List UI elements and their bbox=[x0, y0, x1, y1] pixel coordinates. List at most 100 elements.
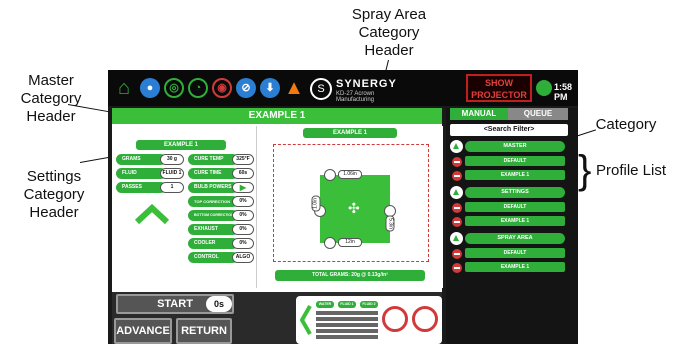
bottom-controls: START 0s ADVANCE RETURN WATER FLUID 1 FL… bbox=[112, 292, 442, 344]
setting-value-exhaust[interactable]: 0% bbox=[232, 224, 254, 235]
target-icon[interactable]: ◉ bbox=[212, 78, 232, 98]
profile-panel: MANUAL QUEUE <Search Filter> MASTER DEFA… bbox=[446, 108, 578, 344]
warning-icon[interactable]: ▲ bbox=[284, 78, 304, 98]
profile-spray-area-default[interactable]: DEFAULT bbox=[450, 248, 568, 259]
fluid-status-panel: WATER FLUID 1 FLUID 2 bbox=[296, 296, 442, 344]
top-handle[interactable] bbox=[324, 169, 336, 181]
setting-label-cure-time: CURE TIME bbox=[188, 168, 238, 179]
callout-settings-category-header: Settings Category Header bbox=[23, 168, 85, 221]
bottom-measurement: 12in bbox=[338, 238, 362, 247]
settings-category-header[interactable]: EXAMPLE 1 bbox=[136, 140, 226, 150]
top-bar: ⌂ ● ◎ ◔ ◉ ⊘ ⬇ ▲ S SYNERGY KD-27 Acrown M… bbox=[108, 70, 578, 106]
setting-label-bottom-correction: BOTTOM CORRECTION bbox=[188, 210, 238, 221]
device-screen: ⌂ ● ◎ ◔ ◉ ⊘ ⬇ ▲ S SYNERGY KD-27 Acrown M… bbox=[108, 70, 578, 344]
category-settings[interactable]: SETTINGS bbox=[450, 186, 568, 199]
fluid-water-label: WATER bbox=[316, 301, 334, 308]
remove-icon[interactable] bbox=[452, 157, 462, 167]
left-measurement: 1.0in bbox=[311, 195, 321, 212]
expand-triangle-icon[interactable] bbox=[450, 232, 463, 245]
setting-label-control: CONTROL bbox=[188, 252, 238, 263]
show-projector-button[interactable]: SHOW PROJECTOR bbox=[466, 74, 532, 102]
clock: 1:58 PM bbox=[554, 82, 573, 102]
fluid-level-grid bbox=[316, 311, 378, 339]
main-panel: EXAMPLE 1 EXAMPLE 1 GRAMS 30 g FLUID FLU… bbox=[112, 108, 443, 292]
expand-triangle-icon[interactable] bbox=[450, 186, 463, 199]
total-grams-bar: TOTAL GRAMS: 20g @ 0.13g/in² bbox=[275, 270, 425, 281]
profile-spray-area-example-1[interactable]: EXAMPLE 1 bbox=[450, 262, 568, 273]
no-entry-icon[interactable]: ⊘ bbox=[236, 78, 256, 98]
top-measurement: 1.06in bbox=[338, 170, 362, 179]
synergy-logo-mark-icon: S bbox=[310, 78, 332, 100]
tab-manual[interactable]: MANUAL bbox=[450, 108, 508, 120]
remove-icon[interactable] bbox=[452, 217, 462, 227]
advance-button[interactable]: ADVANCE bbox=[114, 318, 172, 344]
synergy-logo: S SYNERGY KD-27 Acrown Manufacturing bbox=[310, 76, 410, 103]
bottom-handle[interactable] bbox=[324, 237, 336, 249]
globe-icon bbox=[536, 80, 552, 96]
profile-master-default[interactable]: DEFAULT bbox=[450, 156, 568, 167]
move-crosshair-icon[interactable]: ✣ bbox=[348, 201, 360, 215]
tab-queue[interactable]: QUEUE bbox=[508, 108, 568, 120]
setting-value-passes[interactable]: 1 bbox=[160, 182, 184, 193]
profile-list-brace: } bbox=[578, 148, 592, 192]
profile-label: EXAMPLE 1 bbox=[465, 170, 565, 180]
spray-area-panel: EXAMPLE 1 ✣ 1.06in 1.0in 5.3in 12in TOTA… bbox=[256, 126, 443, 288]
master-category-header[interactable]: EXAMPLE 1 bbox=[112, 108, 442, 124]
profile-label: DEFAULT bbox=[465, 248, 565, 258]
callout-spray-area-category-header: Spray Area Category Header bbox=[351, 6, 427, 59]
setting-value-cooler[interactable]: 0% bbox=[232, 238, 254, 249]
search-filter-input[interactable]: <Search Filter> bbox=[450, 124, 568, 136]
fluid-1-label: FLUID 1 bbox=[338, 301, 356, 308]
profile-label: DEFAULT bbox=[465, 156, 565, 166]
spray-gun-icon[interactable]: ◎ bbox=[164, 78, 184, 98]
logo-name: SYNERGY bbox=[336, 78, 397, 90]
setting-value-cure-time[interactable]: 60s bbox=[232, 168, 254, 179]
callout-profile-list: Profile List bbox=[595, 162, 667, 179]
setting-value-top-correction[interactable]: 0% bbox=[232, 196, 254, 207]
download-icon[interactable]: ⬇ bbox=[260, 78, 280, 98]
setting-label-passes: PASSES bbox=[116, 182, 166, 193]
setting-value-control[interactable]: ALGO bbox=[232, 252, 254, 263]
setting-value-bottom-correction[interactable]: 0% bbox=[232, 210, 254, 221]
user-icon[interactable]: ● bbox=[140, 78, 160, 98]
profile-master-example-1[interactable]: EXAMPLE 1 bbox=[450, 170, 568, 181]
remove-icon[interactable] bbox=[452, 171, 462, 181]
setting-value-cure-temp[interactable]: 325°F bbox=[232, 154, 254, 165]
profile-label: DEFAULT bbox=[465, 202, 565, 212]
spray-area-category-header[interactable]: EXAMPLE 1 bbox=[303, 128, 397, 138]
collapse-chevron-icon[interactable] bbox=[134, 203, 170, 240]
category-label: MASTER bbox=[465, 141, 565, 152]
remove-icon[interactable] bbox=[452, 203, 462, 213]
category-spray-area[interactable]: SPRAY AREA bbox=[450, 232, 568, 245]
fluid-2-label: FLUID 2 bbox=[360, 301, 378, 308]
setting-label-exhaust: EXHAUST bbox=[188, 224, 238, 235]
setting-label-grams: GRAMS bbox=[116, 154, 166, 165]
callout-master-category-header: Master Category Header bbox=[20, 72, 82, 125]
profile-label: EXAMPLE 1 bbox=[465, 216, 565, 226]
home-icon[interactable]: ⌂ bbox=[114, 78, 134, 98]
bulb-powers-play-icon[interactable]: ▶ bbox=[232, 182, 254, 193]
gauge-icon[interactable]: ◔ bbox=[188, 78, 208, 98]
setting-label-bulb-powers: BULB POWERS bbox=[188, 182, 238, 193]
back-chevron-icon[interactable] bbox=[299, 304, 312, 336]
remove-icon[interactable] bbox=[452, 249, 462, 259]
expand-triangle-icon[interactable] bbox=[450, 140, 463, 153]
setting-label-cure-temp: CURE TEMP bbox=[188, 154, 238, 165]
category-master[interactable]: MASTER bbox=[450, 140, 568, 153]
profile-label: EXAMPLE 1 bbox=[465, 262, 565, 272]
return-button[interactable]: RETURN bbox=[176, 318, 232, 344]
setting-label-fluid: FLUID bbox=[116, 168, 166, 179]
profile-settings-example-1[interactable]: EXAMPLE 1 bbox=[450, 216, 568, 227]
profile-settings-default[interactable]: DEFAULT bbox=[450, 202, 568, 213]
remove-icon[interactable] bbox=[452, 263, 462, 273]
setting-value-grams[interactable]: 30 g bbox=[160, 154, 184, 165]
temperature-gauge-icon bbox=[412, 306, 438, 332]
spray-field-boundary: ✣ 1.06in 1.0in 5.3in 12in bbox=[273, 144, 429, 262]
pressure-gauge-icon bbox=[382, 306, 408, 332]
category-label: SPRAY AREA bbox=[465, 233, 565, 244]
timer-display: 0s bbox=[206, 296, 232, 312]
logo-subtitle: KD-27 Acrown Manufacturing bbox=[336, 91, 375, 103]
category-label: SETTINGS bbox=[465, 187, 565, 198]
setting-value-fluid[interactable]: FLUID 1 bbox=[160, 168, 184, 179]
setting-label-cooler: COOLER bbox=[188, 238, 238, 249]
